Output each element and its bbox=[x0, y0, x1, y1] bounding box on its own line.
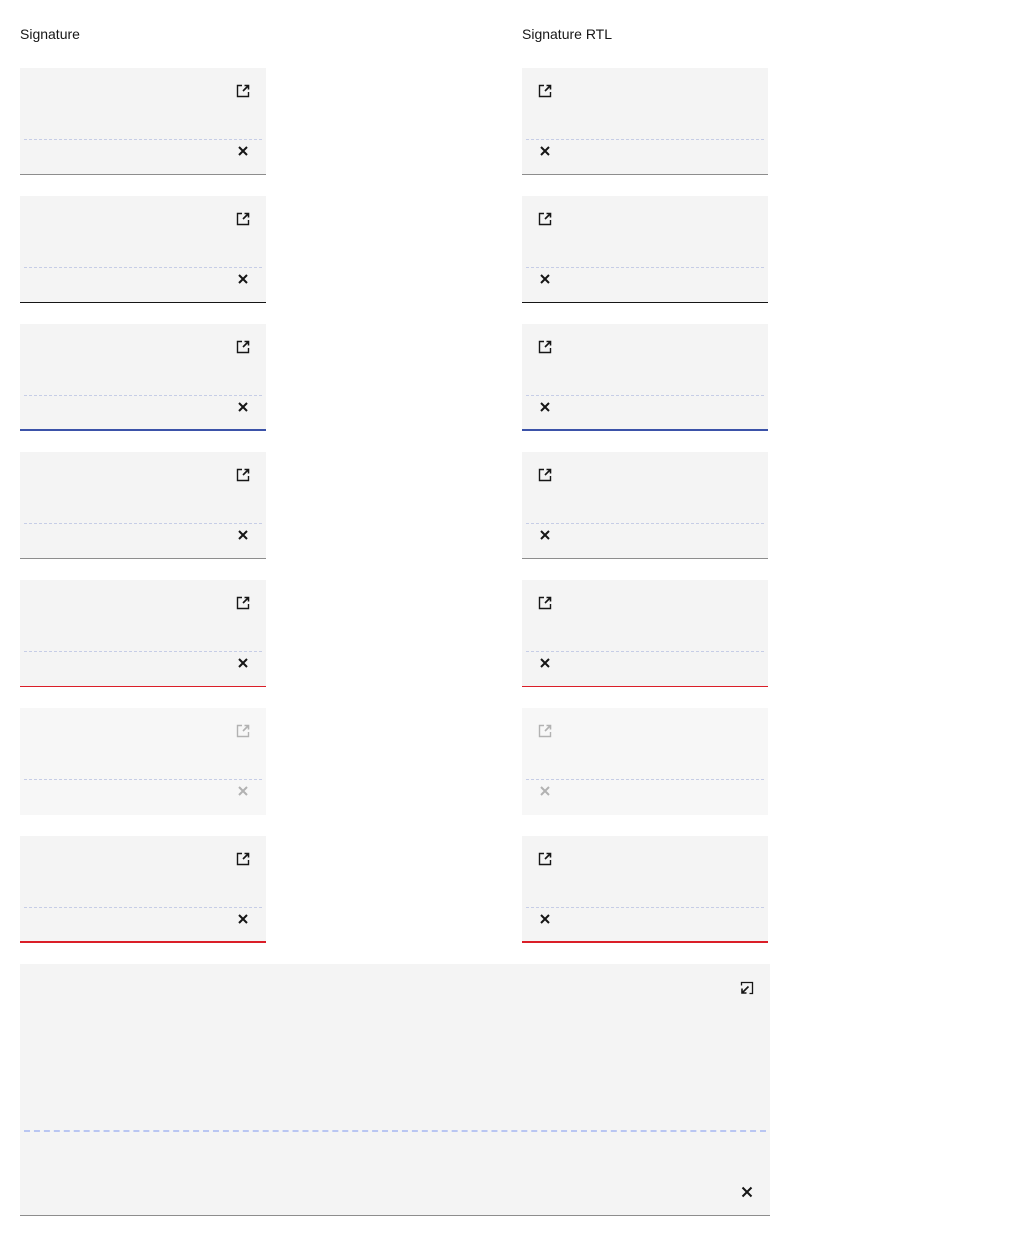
launch-icon bbox=[235, 723, 251, 739]
close-icon[interactable] bbox=[537, 271, 553, 287]
signature-baseline bbox=[526, 267, 764, 268]
launch-icon[interactable] bbox=[537, 467, 553, 483]
signature-field-rtl-invalid-focus[interactable] bbox=[522, 836, 768, 943]
close-icon[interactable] bbox=[739, 1184, 755, 1200]
launch-icon[interactable] bbox=[537, 851, 553, 867]
close-icon[interactable] bbox=[537, 655, 553, 671]
signature-baseline bbox=[24, 395, 262, 396]
signature-baseline bbox=[24, 779, 262, 780]
launch-icon[interactable] bbox=[537, 595, 553, 611]
launch-icon[interactable] bbox=[537, 211, 553, 227]
launch-icon[interactable] bbox=[537, 339, 553, 355]
signature-baseline bbox=[24, 651, 262, 652]
close-icon[interactable] bbox=[235, 399, 251, 415]
signature-field-rtl-disabled bbox=[522, 708, 768, 815]
signature-baseline bbox=[24, 1130, 766, 1132]
launch-icon[interactable] bbox=[235, 211, 251, 227]
signature-baseline bbox=[24, 139, 262, 140]
signature-rtl-heading: Signature RTL bbox=[522, 26, 613, 42]
signature-field-ltr-default[interactable] bbox=[20, 452, 266, 559]
signature-baseline bbox=[526, 523, 764, 524]
signature-baseline bbox=[526, 651, 764, 652]
close-icon[interactable] bbox=[235, 655, 251, 671]
signature-field-ltr-disabled bbox=[20, 708, 266, 815]
launch-icon[interactable] bbox=[235, 339, 251, 355]
signature-field-ltr-focus[interactable] bbox=[20, 324, 266, 431]
launch-icon[interactable] bbox=[235, 467, 251, 483]
close-icon[interactable] bbox=[235, 527, 251, 543]
signature-baseline bbox=[24, 267, 262, 268]
signature-heading: Signature bbox=[20, 26, 80, 42]
signature-field-ltr-invalid-focus[interactable] bbox=[20, 836, 266, 943]
signature-baseline bbox=[24, 523, 262, 524]
close-icon[interactable] bbox=[537, 911, 553, 927]
close-icon[interactable] bbox=[537, 143, 553, 159]
signature-field-rtl-focus[interactable] bbox=[522, 324, 768, 431]
launch-icon[interactable] bbox=[235, 83, 251, 99]
signature-baseline bbox=[24, 907, 262, 908]
expanded-signature-pad[interactable] bbox=[20, 964, 770, 1216]
close-icon[interactable] bbox=[537, 399, 553, 415]
close-icon[interactable] bbox=[235, 271, 251, 287]
minimize-icon[interactable] bbox=[739, 980, 755, 996]
close-icon[interactable] bbox=[235, 143, 251, 159]
signature-field-rtl-invalid[interactable] bbox=[522, 580, 768, 687]
close-icon bbox=[235, 783, 251, 799]
close-icon bbox=[537, 783, 553, 799]
close-icon[interactable] bbox=[537, 527, 553, 543]
signature-field-rtl-default[interactable] bbox=[522, 452, 768, 559]
signature-field-rtl-default[interactable] bbox=[522, 68, 768, 175]
launch-icon[interactable] bbox=[235, 851, 251, 867]
signature-baseline bbox=[526, 139, 764, 140]
launch-icon[interactable] bbox=[537, 83, 553, 99]
signature-baseline bbox=[526, 779, 764, 780]
launch-icon[interactable] bbox=[235, 595, 251, 611]
signature-demo-page: Signature Signature RTL bbox=[0, 0, 1024, 1236]
close-icon[interactable] bbox=[235, 911, 251, 927]
signature-field-ltr-default[interactable] bbox=[20, 68, 266, 175]
signature-field-rtl-hover[interactable] bbox=[522, 196, 768, 303]
launch-icon bbox=[537, 723, 553, 739]
signature-baseline bbox=[526, 907, 764, 908]
signature-field-ltr-invalid[interactable] bbox=[20, 580, 266, 687]
signature-field-ltr-hover[interactable] bbox=[20, 196, 266, 303]
signature-baseline bbox=[526, 395, 764, 396]
